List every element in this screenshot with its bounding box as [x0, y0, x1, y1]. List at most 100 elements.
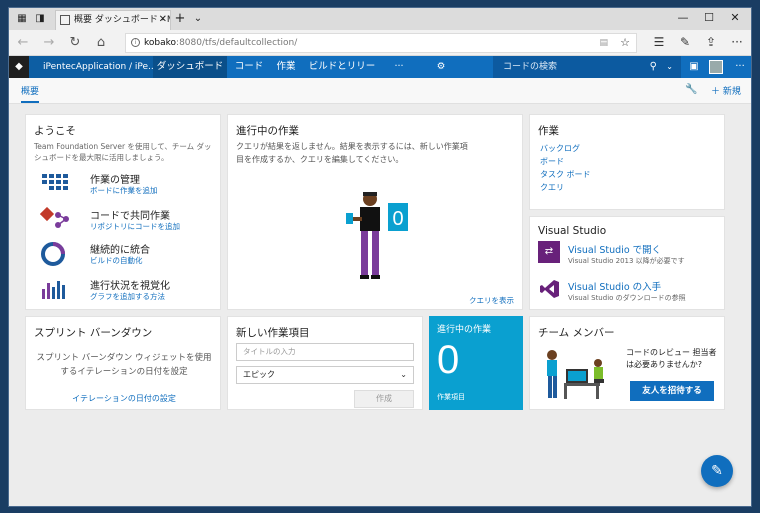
- work-item-type-select[interactable]: エピック ⌄: [236, 366, 414, 384]
- create-button[interactable]: 作成: [354, 390, 414, 408]
- wip-count-value: 0: [437, 338, 460, 382]
- browser-window: ▦ ◨ 概要 ダッシュボード - Micr ✕ + ⌄ — ☐ ✕ ← → ↻ …: [8, 7, 752, 507]
- url-host: kobako: [144, 38, 177, 48]
- sprint-desc: スプリント バーンダウン ウィジェットを使用するイテレーションの日付を設定: [36, 353, 212, 377]
- info-icon[interactable]: i: [131, 38, 140, 47]
- close-window-button[interactable]: ✕: [725, 11, 745, 24]
- get-vs-link[interactable]: Visual Studio の入手: [568, 279, 661, 293]
- chevron-down-icon: ⌄: [400, 370, 407, 379]
- favorites-hub-icon[interactable]: ☰: [651, 35, 667, 49]
- work-in-progress-widget: 進行中の作業 クエリが結果を返しません。結果を表示するには、新しい作業項目を作成…: [227, 114, 523, 310]
- share-icon[interactable]: ⇪: [703, 35, 719, 49]
- team-review-text: コードのレビュー 担当者は必要ありませんか?: [626, 348, 717, 369]
- url-field[interactable]: i kobako:8080/tfs/defaultcollection/ ▤ ☆: [125, 33, 637, 53]
- feature-link[interactable]: ボードに作業を追加: [90, 185, 158, 196]
- new-item-title: 新しい作業項目: [236, 327, 310, 339]
- forward-icon[interactable]: →: [41, 35, 57, 50]
- wrench-icon[interactable]: 🔧: [685, 84, 697, 95]
- set-aside-tabs-icon[interactable]: ▦: [15, 12, 29, 26]
- browser-tab[interactable]: 概要 ダッシュボード - Micr ✕: [55, 10, 171, 30]
- code-search-box[interactable]: コードの検索 ⚲ ⌄: [493, 56, 681, 78]
- team-members-widget: チーム メンバー コードのレビュー 担当者は必要ありませんか? 友人を招待する: [529, 316, 725, 410]
- wip-count-sub: 作業項目: [437, 393, 465, 401]
- search-chevron-icon[interactable]: ⌄: [666, 56, 673, 78]
- tfs-top-navigation: ◆ iPentecApplication / iPe... ⌄ ダッシュボード …: [9, 56, 751, 94]
- team-illustration: [538, 347, 620, 403]
- work-item-type-value: エピック: [243, 370, 275, 379]
- marketplace-bag-icon[interactable]: ▣: [685, 56, 703, 78]
- feature-ci[interactable]: 継続的に統合 ビルドの自動化: [40, 241, 220, 271]
- board-icon: [40, 171, 70, 197]
- settings-gear-icon[interactable]: ⚙: [431, 56, 451, 78]
- feature-link[interactable]: リポジトリにコードを追加: [90, 221, 180, 232]
- nav-build-release[interactable]: ビルドとリリース: [305, 56, 379, 94]
- nav-code[interactable]: コード: [229, 56, 269, 78]
- refresh-icon[interactable]: ↻: [67, 35, 83, 50]
- vsts-logo-icon[interactable]: ◆: [9, 56, 29, 78]
- feature-code-collab[interactable]: コードで共同作業 リポジトリにコードを追加: [39, 206, 220, 237]
- tab-title: 概要 ダッシュボード - Micr: [74, 15, 170, 25]
- view-query-link[interactable]: クエリを表示: [469, 295, 514, 306]
- favorite-star-icon[interactable]: ☆: [620, 34, 630, 52]
- link-backlog[interactable]: バックログ: [540, 143, 580, 154]
- url-path: :8080/tfs/defaultcollection/: [176, 38, 298, 48]
- tab-overview[interactable]: 概要: [21, 84, 40, 103]
- nav-work[interactable]: 作業: [271, 56, 301, 78]
- welcome-desc: Team Foundation Server を使用して、チーム ダッシュボード…: [34, 142, 212, 162]
- open-in-vs-icon[interactable]: ⇄: [538, 241, 560, 263]
- feature-title: コードで共同作業: [90, 211, 170, 222]
- link-board[interactable]: ボード: [540, 156, 564, 167]
- new-tab-button[interactable]: +: [173, 12, 187, 26]
- link-queries[interactable]: クエリ: [540, 182, 564, 193]
- open-in-vs-link[interactable]: Visual Studio で開く: [568, 242, 661, 256]
- tab-preview-icon[interactable]: ◨: [33, 12, 47, 26]
- vs-title: Visual Studio: [538, 225, 607, 237]
- wip-desc: クエリが結果を返しません。結果を表示するには、新しい作業項目を作成するか、クエリ…: [236, 142, 468, 164]
- open-in-vs-note: Visual Studio 2013 以降が必要です: [568, 257, 685, 265]
- get-vs-note: Visual Studio のダウンロードの参照: [568, 294, 686, 302]
- search-icon[interactable]: ⚲: [650, 56, 657, 78]
- feature-link[interactable]: グラフを追加する方法: [90, 291, 165, 302]
- reading-view-icon[interactable]: ▤: [599, 34, 608, 52]
- dashboard-subheader: 概要 🔧 ＋ 新規: [9, 78, 751, 104]
- wip-title: 進行中の作業: [236, 125, 299, 137]
- new-label: 新規: [722, 87, 741, 97]
- feature-manage-work[interactable]: 作業の管理 ボードに作業を追加: [40, 171, 220, 201]
- build-cycle-icon: [40, 241, 70, 267]
- chart-icon: [40, 277, 70, 303]
- more-icon[interactable]: ···: [729, 35, 745, 49]
- feature-link[interactable]: ビルドの自動化: [90, 255, 143, 266]
- welcome-title: ようこそ: [34, 125, 76, 137]
- work-links-title: 作業: [538, 125, 559, 137]
- avatar[interactable]: [709, 60, 723, 74]
- invite-friend-button[interactable]: 友人を招待する: [630, 381, 714, 401]
- maximize-button[interactable]: ☐: [699, 11, 719, 24]
- nav-dashboard[interactable]: ダッシュボード: [153, 56, 227, 78]
- feature-visualize[interactable]: 進行状況を視覚化 グラフを追加する方法: [40, 277, 220, 307]
- back-icon[interactable]: ←: [15, 35, 31, 50]
- home-icon[interactable]: ⌂: [93, 35, 109, 50]
- edit-dashboard-pencil-icon[interactable]: ✎: [701, 455, 733, 487]
- set-iteration-link[interactable]: イテレーションの日付の設定: [26, 393, 222, 404]
- tab-close-icon[interactable]: ✕: [159, 11, 167, 29]
- wip-count-widget[interactable]: 進行中の作業 0 作業項目: [429, 316, 523, 410]
- welcome-widget: ようこそ Team Foundation Server を使用して、チーム ダッ…: [25, 114, 221, 310]
- feature-title: 進行状況を視覚化: [90, 281, 170, 292]
- feature-title: 継続的に統合: [90, 245, 150, 256]
- help-more-icon[interactable]: ···: [731, 56, 749, 78]
- wip-badge: 0: [392, 208, 403, 230]
- work-links-widget: 作業 バックログ ボード タスク ボード クエリ: [529, 114, 725, 210]
- new-dashboard-button[interactable]: ＋ 新規: [711, 84, 741, 97]
- project-selector[interactable]: iPentecApplication / iPe... ⌄: [29, 56, 167, 78]
- minimize-button[interactable]: —: [673, 11, 693, 24]
- pen-notes-icon[interactable]: ✎: [677, 35, 693, 49]
- tab-favicon-icon: [60, 15, 70, 25]
- link-task-board[interactable]: タスク ボード: [540, 169, 591, 180]
- address-bar: ← → ↻ ⌂ i kobako:8080/tfs/defaultcollect…: [9, 30, 751, 56]
- visual-studio-widget: Visual Studio ⇄ Visual Studio で開く Visual…: [529, 216, 725, 310]
- work-item-title-input[interactable]: タイトルの入力: [236, 343, 414, 361]
- new-work-item-widget: 新しい作業項目 タイトルの入力 エピック ⌄ 作成: [227, 316, 423, 410]
- project-name: iPentecApplication / iPe...: [43, 62, 157, 72]
- nav-more[interactable]: ···: [389, 56, 409, 78]
- tab-list-button[interactable]: ⌄: [191, 12, 205, 26]
